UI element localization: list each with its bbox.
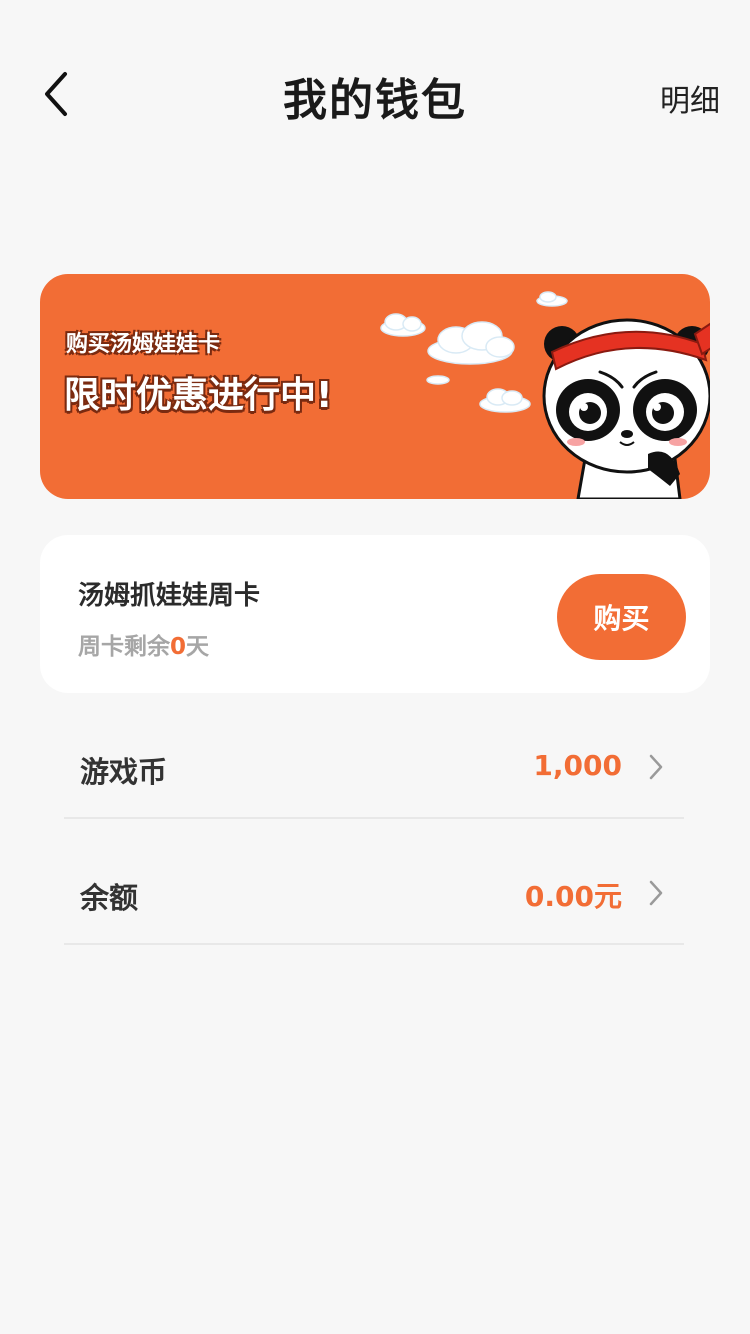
remaining-suffix: 天: [186, 634, 210, 660]
banner-title: 限时优惠进行中!: [64, 375, 333, 416]
page-title: 我的钱包: [283, 75, 467, 126]
cloud: [380, 313, 426, 337]
buy-button[interactable]: 购买: [557, 574, 686, 660]
balance-value: 0.00元: [524, 880, 622, 913]
chevron-right-icon: [649, 754, 663, 780]
game-coin-value: 1,000: [533, 749, 622, 782]
balance-row[interactable]: 余额 0.00元: [64, 845, 684, 945]
weekly-card-remaining: 周卡剩余0天: [78, 627, 209, 661]
cloud: [426, 375, 450, 385]
game-coin-row[interactable]: 游戏币 1,000: [64, 719, 684, 819]
game-coin-label: 游戏币: [80, 755, 168, 789]
detail-link[interactable]: 明细: [660, 76, 720, 120]
weekly-card-title: 汤姆抓娃娃周卡: [78, 581, 261, 611]
cloud: [479, 388, 531, 413]
banner-subtitle: 购买汤姆娃娃卡: [66, 332, 221, 357]
remaining-prefix: 周卡剩余: [78, 634, 170, 660]
wallet-page: 我的钱包 明细 购买汤姆娃娃卡 限时优惠进行中! 汤姆抓娃娃周卡 周卡剩余0天 …: [0, 0, 750, 1334]
weekly-card-panel: 汤姆抓娃娃周卡 周卡剩余0天 购买: [40, 535, 710, 693]
cloud: [536, 291, 568, 307]
remaining-days: 0: [170, 634, 187, 660]
header-bar: 我的钱包 明细: [0, 40, 750, 150]
cloud: [427, 321, 515, 365]
balance-label: 余额: [80, 881, 139, 915]
promo-banner[interactable]: 购买汤姆娃娃卡 限时优惠进行中!: [40, 274, 710, 499]
chevron-right-icon: [649, 880, 663, 906]
panda-mascot-illustration: [380, 291, 710, 499]
